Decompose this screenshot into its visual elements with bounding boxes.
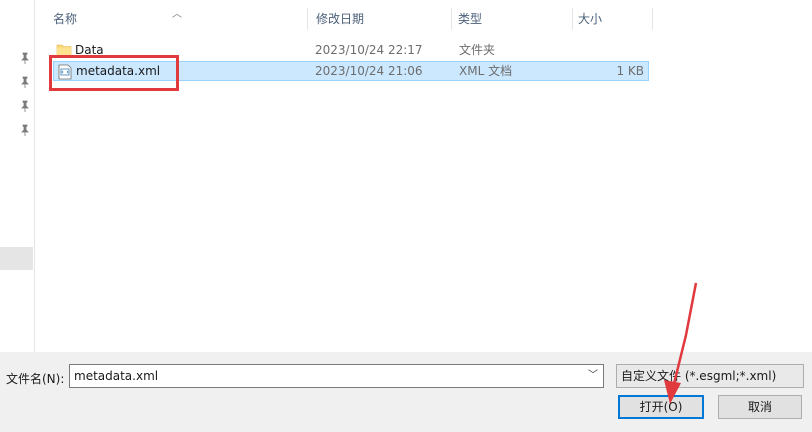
nav-item-selected[interactable] [0, 247, 33, 270]
dialog-footer: 文件名(N): metadata.xml ﹀ 自定义文件 (*.esgml;*.… [0, 352, 812, 432]
column-header-size-label: 大小 [578, 12, 603, 26]
cancel-button[interactable]: 取消 [718, 395, 802, 419]
chevron-down-icon[interactable]: ﹀ [588, 365, 598, 387]
file-type: XML 文档 [459, 64, 513, 78]
file-modified: 2023/10/24 22:17 [315, 43, 423, 57]
file-type: 文件夹 [459, 43, 496, 57]
filename-label: 文件名(N): [6, 372, 65, 386]
pin-icon[interactable] [19, 52, 31, 64]
open-button[interactable]: 打开(O) [618, 395, 704, 419]
column-header-modified[interactable]: 修改日期 [308, 8, 452, 30]
open-button-label: 打开(O) [639, 400, 683, 414]
navigation-pane [0, 0, 35, 352]
filename-input-value: metadata.xml [74, 369, 159, 383]
pin-icon[interactable] [19, 124, 31, 136]
annotation-highlight-box [49, 55, 179, 91]
pin-icon[interactable] [19, 76, 31, 88]
sort-up-icon: ︿ [172, 9, 182, 20]
file-list: 名称 ︿ 修改日期 类型 大小 Data 2023/10/24 22:17 文件… [35, 0, 812, 352]
file-type-filter-select[interactable]: 自定义文件 (*.esgml;*.xml) [616, 364, 804, 388]
file-type-filter-value: 自定义文件 (*.esgml;*.xml) [621, 369, 777, 383]
column-header-modified-label: 修改日期 [316, 12, 365, 26]
column-header-name[interactable]: 名称 ︿ [35, 8, 308, 30]
pin-icon[interactable] [19, 100, 31, 112]
column-header-type[interactable]: 类型 [452, 8, 573, 30]
column-header-type-label: 类型 [458, 12, 483, 26]
filename-input[interactable]: metadata.xml ﹀ [69, 364, 604, 388]
column-header-name-label: 名称 [53, 12, 78, 26]
cancel-button-label: 取消 [747, 400, 772, 414]
file-size: 1 KB [616, 64, 644, 78]
column-header-size[interactable]: 大小 [573, 8, 653, 30]
file-modified: 2023/10/24 21:06 [315, 64, 423, 78]
